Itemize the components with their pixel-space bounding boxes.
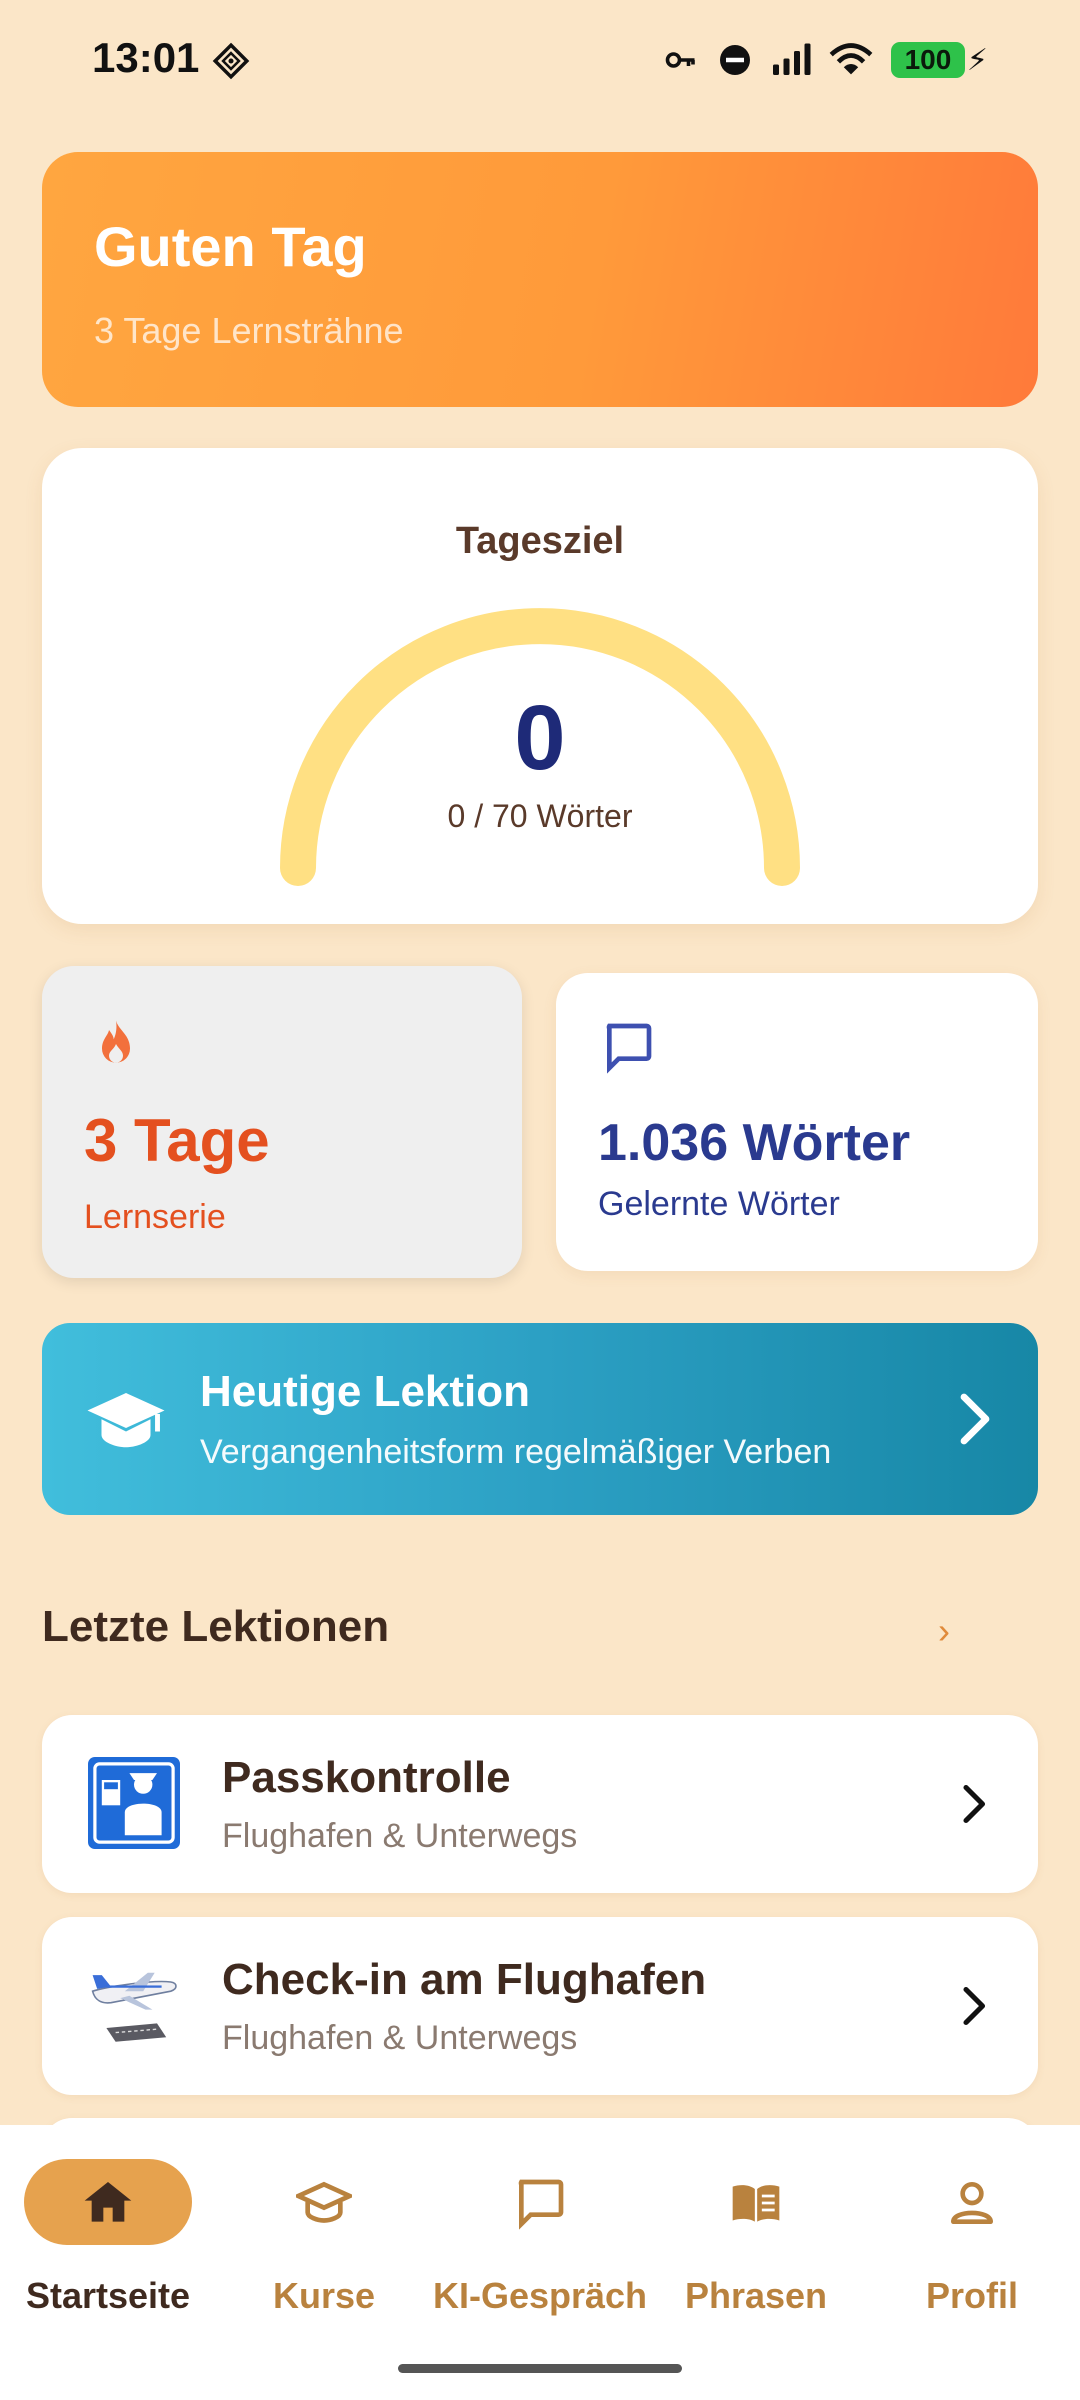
recent-lessons-more-button[interactable]: › <box>938 1610 950 1652</box>
flame-icon <box>102 1020 130 1063</box>
daily-goal-caption: 0 / 70 Wörter <box>447 798 633 834</box>
daily-goal-title: Tagesziel <box>455 520 625 562</box>
nav-label: Startseite <box>25 2275 191 2316</box>
list-item-title: Passkontrolle <box>222 1753 511 1802</box>
nav-label: Profil <box>925 2275 1018 2316</box>
chat-bubble-icon <box>606 1023 652 1074</box>
wifi-icon <box>829 43 873 75</box>
today-lesson-banner[interactable]: Heutige Lektion Vergangenheitsform regel… <box>42 1323 1038 1515</box>
learned-words-label: Gelernte Wörter <box>598 1185 840 1223</box>
today-lesson-title: Heutige Lektion <box>200 1367 531 1416</box>
vpn-key-icon <box>665 52 695 68</box>
nav-label: KI-Gespräch <box>432 2275 648 2316</box>
nav-item-phrases[interactable]: Phrasen <box>648 2159 864 2329</box>
learned-words-value: 1.036 Wörter <box>598 1114 911 1172</box>
learned-words-card[interactable]: 1.036 Wörter Gelernte Wörter <box>556 973 1038 1271</box>
list-item[interactable]: Passkontrolle Flughafen & Unterwegs <box>42 1715 1038 1893</box>
airplane-icon <box>91 1972 177 2042</box>
passport-control-icon <box>88 1757 180 1849</box>
graduation-cap-icon <box>296 2181 352 2223</box>
signal-icon <box>772 43 811 75</box>
chevron-right-icon <box>960 1393 990 1445</box>
graduation-cap-icon <box>87 1393 165 1448</box>
status-time: 13:01 <box>92 34 200 81</box>
nav-item-home[interactable]: Startseite <box>0 2159 216 2329</box>
list-item-subtitle: Flughafen & Unterwegs <box>222 2019 578 2057</box>
battery-level: 100 <box>890 42 965 78</box>
daily-goal-value: 0 <box>514 687 566 789</box>
nav-item-profile[interactable]: Profil <box>864 2159 1080 2329</box>
nav-item-ai-chat[interactable]: KI-Gespräch <box>432 2159 648 2329</box>
home-icon <box>84 2182 132 2222</box>
streak-card[interactable]: 3 Tage Lernserie <box>42 966 522 1278</box>
chat-bubble-icon <box>518 2179 564 2230</box>
list-item-title: Check-in am Flughafen <box>222 1955 707 2004</box>
chevron-right-icon <box>963 1784 986 1824</box>
home-indicator[interactable] <box>398 2364 682 2373</box>
list-item-subtitle: Flughafen & Unterwegs <box>222 1817 578 1855</box>
recent-lessons-title: Letzte Lektionen <box>42 1602 390 1651</box>
nav-label: Phrasen <box>684 2275 828 2316</box>
status-icons: 100 ⚡ <box>663 38 988 82</box>
daily-goal-card[interactable]: Tagesziel 0 0 / 70 Wörter <box>42 448 1038 924</box>
person-icon <box>951 2182 993 2224</box>
streak-value: 3 Tage <box>84 1107 270 1174</box>
list-item[interactable]: Check-in am Flughafen Flughafen & Unterw… <box>42 1917 1038 2095</box>
chevron-right-icon <box>963 1986 986 2026</box>
greeting-card: Guten Tag 3 Tage Lernsträhne <box>42 152 1038 407</box>
nav-label: Kurse <box>272 2275 376 2316</box>
greeting-subtitle: 3 Tage Lernsträhne <box>94 310 404 351</box>
bottom-navigation: Startseite Kurse KI-Gespräch Phrasen Pro… <box>0 2125 1080 2400</box>
nav-item-courses[interactable]: Kurse <box>216 2159 432 2329</box>
streak-label: Lernserie <box>84 1198 226 1236</box>
today-lesson-subtitle: Vergangenheitsform regelmäßiger Verben <box>200 1433 832 1471</box>
do-not-disturb-icon <box>719 45 750 75</box>
status-bar: 13:01 100 ⚡ <box>0 0 1080 125</box>
battery-icon: 100 ⚡ <box>890 42 988 78</box>
sim-icon <box>212 42 250 80</box>
charging-icon: ⚡ <box>966 43 988 77</box>
book-icon <box>732 2185 780 2222</box>
greeting-title: Guten Tag <box>94 215 367 278</box>
